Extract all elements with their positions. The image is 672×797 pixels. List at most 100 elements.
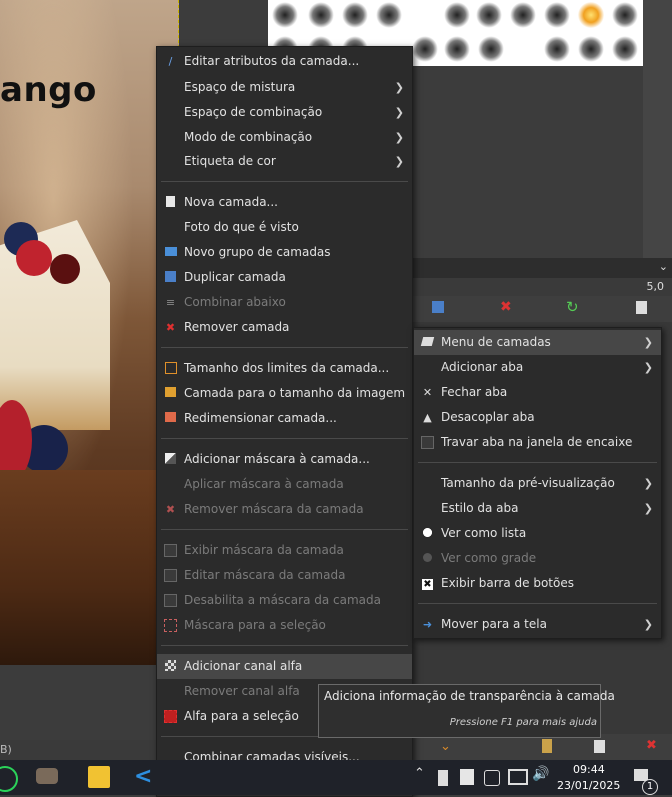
- tab-menu-item[interactable]: Estilo da aba ❯: [414, 496, 661, 521]
- layer-menu-item[interactable]: Adicionar máscara à camada...: [157, 447, 412, 472]
- tab-menu-item-label: Adicionar aba: [441, 360, 524, 374]
- brush-preview[interactable]: [444, 36, 470, 62]
- status-bar: B): [0, 740, 160, 760]
- tab-menu-item-label: Exibir barra de botões: [441, 576, 574, 590]
- layer-menu-item: Desabilita a máscara da camada: [157, 588, 412, 613]
- tab-menu-item-label: Mover para a tela: [441, 617, 547, 631]
- delete-icon[interactable]: ✖: [646, 738, 657, 753]
- gimp-icon[interactable]: [36, 768, 58, 784]
- brush-preview[interactable]: [476, 2, 502, 28]
- tab-menu-item[interactable]: Ver como lista: [414, 521, 661, 546]
- tab-context-menu: Menu de camadas ❯ Adicionar aba ❯ ✕ Fechar ab…: [413, 327, 662, 639]
- chevron-right-icon: ❯: [394, 81, 404, 94]
- layer-menu-item[interactable]: ✖ Remover camada: [157, 315, 412, 340]
- layer-menu-item: Máscara para a seleção: [157, 613, 412, 638]
- layer-menu-item[interactable]: / Editar atributos da camada...: [157, 49, 412, 74]
- brush-preview[interactable]: [612, 36, 638, 62]
- brush-preview[interactable]: [544, 36, 570, 62]
- layers-tab-bar: ⌄: [410, 258, 672, 278]
- network-icon[interactable]: [508, 769, 528, 785]
- tab-menu-item[interactable]: Tamanho da pré-visualização ❯: [414, 471, 661, 496]
- taskbar-date[interactable]: 23/01/2025: [557, 779, 620, 792]
- mask-add-icon: [164, 453, 177, 466]
- brush-preview[interactable]: [578, 36, 604, 62]
- layer-menu-item[interactable]: Tamanho dos limites da camada...: [157, 356, 412, 381]
- chevron-right-icon: ❯: [394, 131, 404, 144]
- layers-menu-icon: [420, 336, 435, 349]
- refresh-icon[interactable]: ↻: [566, 298, 579, 316]
- layer-menu-item-label: Etiqueta de cor: [184, 154, 276, 168]
- chevron-down-icon[interactable]: ⌄: [440, 739, 451, 754]
- volume-icon[interactable]: 🔊: [532, 766, 554, 788]
- radio-selected-icon: [421, 527, 434, 540]
- tab-menu-item[interactable]: Adicionar aba ❯: [414, 355, 661, 380]
- layer-menu-item-label: Duplicar camada: [184, 270, 286, 284]
- whatsapp-icon[interactable]: [0, 766, 18, 792]
- layer-menu-item-label: Adicionar canal alfa: [184, 659, 303, 673]
- tab-menu-item[interactable]: Menu de camadas ❯: [414, 330, 661, 355]
- tab-menu-item-label: Fechar aba: [441, 385, 508, 399]
- brush-preview[interactable]: [444, 2, 470, 28]
- layer-menu-item[interactable]: Modo de combinação ❯: [157, 125, 412, 150]
- camera-icon[interactable]: [484, 770, 500, 786]
- layers-mode-row: 5,0: [410, 278, 672, 296]
- file-explorer-icon[interactable]: [88, 766, 110, 788]
- layer-menu-item[interactable]: Redimensionar camada...: [157, 406, 412, 431]
- layer-menu-item[interactable]: Espaço de mistura ❯: [157, 75, 412, 100]
- tab-menu-item-label: Tamanho da pré-visualização: [441, 476, 615, 490]
- brush-preview[interactable]: [544, 2, 570, 28]
- checkbox-icon: [164, 544, 177, 557]
- brush-preview[interactable]: [376, 2, 402, 28]
- page-icon[interactable]: [594, 740, 605, 753]
- layer-menu-item-label: Editar máscara da camada: [184, 568, 346, 582]
- brush-preview[interactable]: [478, 36, 504, 62]
- layer-menu-item[interactable]: Foto do que é visto: [157, 215, 412, 240]
- layer-menu-item[interactable]: Espaço de combinação ❯: [157, 100, 412, 125]
- brush-preview[interactable]: [510, 2, 536, 28]
- merge-icon[interactable]: [542, 739, 552, 753]
- tab-menu-item[interactable]: ▲ Desacoplar aba: [414, 405, 661, 430]
- layer-menu-item: ✖ Remover máscara da camada: [157, 497, 412, 522]
- chevron-down-icon[interactable]: ⌄: [659, 260, 668, 273]
- menu-separator: [161, 181, 408, 182]
- tab-menu-item[interactable]: Travar aba na janela de encaixe: [414, 430, 661, 455]
- layer-menu-item[interactable]: Adicionar canal alfa: [157, 654, 412, 679]
- layer-menu-item[interactable]: Duplicar camada: [157, 265, 412, 290]
- layer-menu-item-label: Remover camada: [184, 320, 290, 334]
- taskbar-time[interactable]: 09:44: [573, 763, 605, 776]
- brush-preview[interactable]: [272, 2, 298, 28]
- menu-separator: [161, 347, 408, 348]
- layer-menu-item[interactable]: Nova camada...: [157, 190, 412, 215]
- duplicate-icon[interactable]: [432, 301, 444, 313]
- vscode-icon[interactable]: <: [134, 766, 156, 788]
- layer-menu-item-label: Novo grupo de camadas: [184, 245, 331, 259]
- page-icon[interactable]: [636, 301, 647, 314]
- layer-menu-item-label: Remover canal alfa: [184, 684, 300, 698]
- usb-icon[interactable]: [438, 770, 448, 786]
- tooltip-hint: Pressione F1 para mais ajuda: [449, 717, 597, 728]
- layer-menu-item-label: Desabilita a máscara da camada: [184, 593, 381, 607]
- fit-icon: [164, 387, 177, 400]
- chevron-right-icon: ❯: [643, 618, 653, 631]
- status-text: B): [0, 743, 12, 756]
- menu-separator: [161, 529, 408, 530]
- brush-preview[interactable]: [342, 2, 368, 28]
- chevron-up-icon[interactable]: ⌃: [414, 766, 436, 788]
- layer-menu-item[interactable]: Camada para o tamanho da imagem: [157, 381, 412, 406]
- layer-menu-item-label: Camada para o tamanho da imagem: [184, 386, 406, 400]
- layer-menu-item-label: Modo de combinação: [184, 130, 313, 144]
- tab-menu-item[interactable]: ✖ Exibir barra de botões: [414, 571, 661, 596]
- checkbox-icon: [164, 569, 177, 582]
- brush-preview[interactable]: [578, 2, 604, 28]
- layer-menu-item[interactable]: Novo grupo de camadas: [157, 240, 412, 265]
- brush-preview[interactable]: [412, 36, 438, 62]
- close-icon: ✕: [422, 386, 433, 399]
- tab-menu-item[interactable]: ➜ Mover para a tela ❯: [414, 612, 661, 637]
- layer-menu-item[interactable]: Etiqueta de cor ❯: [157, 149, 412, 174]
- delete-icon[interactable]: ✖: [500, 299, 512, 315]
- brush-preview[interactable]: [308, 2, 334, 28]
- tab-menu-item[interactable]: ✕ Fechar aba: [414, 380, 661, 405]
- windows-security-icon[interactable]: [460, 769, 474, 785]
- menu-separator: [161, 645, 408, 646]
- brush-preview[interactable]: [612, 2, 638, 28]
